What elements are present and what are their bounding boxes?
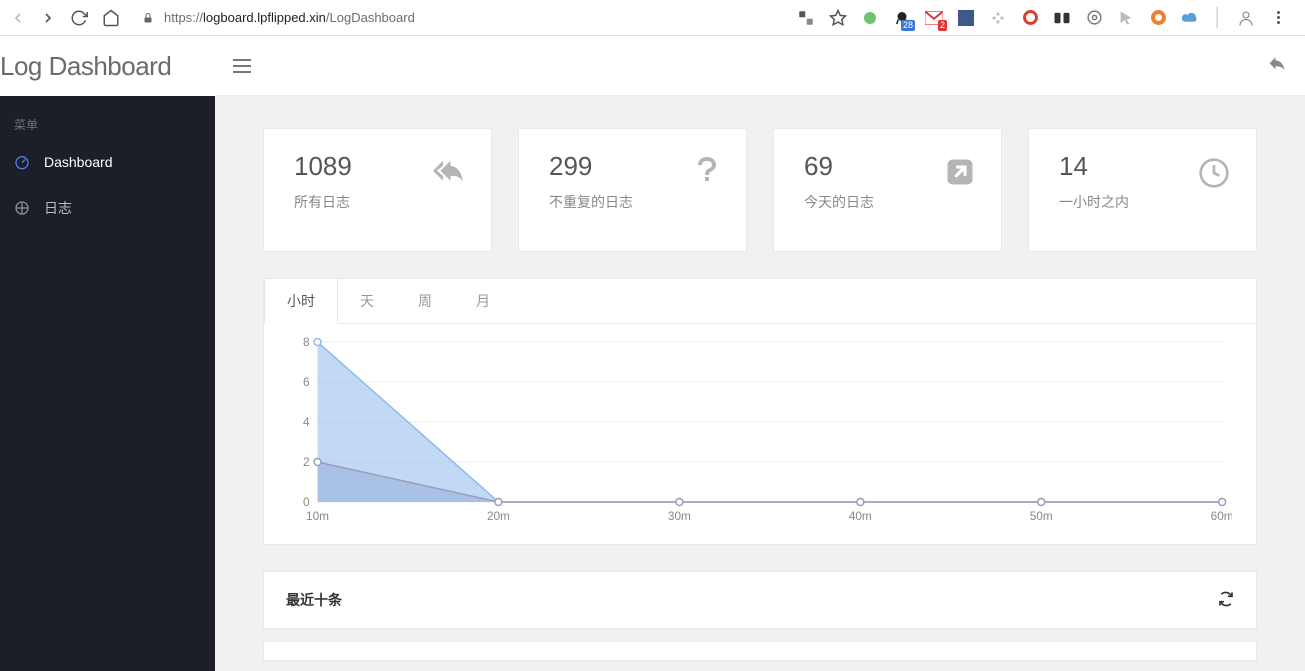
ext-grey-icon[interactable] [989, 9, 1007, 27]
chart-tab-month[interactable]: 月 [454, 279, 512, 323]
topbar [215, 36, 1305, 96]
ext-target-icon[interactable] [1085, 9, 1103, 27]
svg-text:6: 6 [303, 375, 310, 389]
svg-text:20m: 20m [487, 509, 510, 523]
stat-label: 所有日志 [294, 192, 352, 212]
ext-orange-ring-icon[interactable] [1149, 9, 1167, 27]
forward-arrow[interactable] [40, 10, 56, 26]
home-icon[interactable] [102, 9, 120, 27]
svg-text:60m: 60m [1211, 509, 1232, 523]
stat-value: 69 [804, 151, 874, 182]
sidebar-item-dashboard[interactable]: Dashboard [0, 139, 215, 185]
chart-tab-week[interactable]: 周 [396, 279, 454, 323]
stat-card-today-logs: 69 今天的日志 [773, 128, 1002, 252]
stat-label: 今天的日志 [804, 192, 874, 212]
svg-text:30m: 30m [668, 509, 691, 523]
sidebar-item-logs[interactable]: 日志 [0, 185, 215, 231]
chart-tabs: 小时 天 周 月 [264, 279, 1256, 323]
stat-card-unique-logs: 299 不重复的日志 [518, 128, 747, 252]
menu-icon[interactable] [1269, 9, 1287, 27]
url-text: https://logboard.lpflipped.xin/LogDashbo… [164, 10, 415, 25]
stat-value: 1089 [294, 151, 352, 182]
ext-red-ring-icon[interactable] [1021, 9, 1039, 27]
chart-tab-day[interactable]: 天 [338, 279, 396, 323]
ext-gmail-icon[interactable]: 2 [925, 9, 943, 27]
ext-reader-icon[interactable] [1053, 9, 1071, 27]
ext-blue-square-icon[interactable] [957, 9, 975, 27]
hamburger-icon[interactable] [233, 59, 251, 73]
svg-text:40m: 40m [849, 509, 872, 523]
chart-tab-hour[interactable]: 小时 [264, 279, 338, 324]
reply-button[interactable] [1267, 55, 1287, 76]
reload-icon[interactable] [70, 9, 88, 27]
stat-cards-row: 1089 所有日志 299 不重复的日志 [263, 128, 1257, 252]
ext-cursor-icon[interactable] [1117, 9, 1135, 27]
sidebar: Log Dashboard 菜单 Dashboard 日志 [0, 36, 215, 671]
stat-value: 299 [549, 151, 633, 182]
svg-text:4: 4 [303, 415, 310, 429]
back-arrow[interactable] [10, 10, 26, 26]
address-bar[interactable]: https://logboard.lpflipped.xin/LogDashbo… [134, 10, 415, 25]
ext-octo-icon[interactable]: 28 [893, 9, 911, 27]
profile-icon[interactable] [1237, 9, 1255, 27]
translate-icon[interactable] [797, 9, 815, 27]
recent-title: 最近十条 [286, 590, 342, 610]
browser-toolbar: https://logboard.lpflipped.xin/LogDashbo… [0, 0, 1305, 36]
recent-panel: 最近十条 [263, 571, 1257, 629]
sidebar-item-label: Dashboard [44, 154, 113, 170]
sidebar-item-label: 日志 [44, 198, 72, 218]
app-title: Log Dashboard [0, 36, 215, 96]
stat-label: 不重复的日志 [549, 192, 633, 212]
refresh-icon[interactable] [1218, 591, 1234, 610]
content-area: 1089 所有日志 299 不重复的日志 [215, 96, 1305, 671]
extensions-bar: 28 2 │ [797, 9, 1295, 27]
svg-text:0: 0 [303, 495, 310, 509]
separator: │ [1209, 9, 1227, 27]
reply-all-icon [431, 151, 465, 251]
svg-text:2: 2 [303, 455, 310, 469]
stat-card-all-logs: 1089 所有日志 [263, 128, 492, 252]
svg-text:50m: 50m [1030, 509, 1053, 523]
sidebar-heading: 菜单 [0, 110, 215, 139]
dashboard-icon [14, 154, 30, 170]
chart-panel: 小时 天 周 月 0 2 4 6 8 10m 20m 30m 40m 50m 60m [263, 278, 1257, 545]
ext-green-dot-icon[interactable] [861, 9, 879, 27]
question-icon [696, 151, 720, 251]
stat-label: 一小时之内 [1059, 192, 1129, 212]
logs-icon [14, 200, 30, 216]
ext-cloud-icon[interactable] [1181, 9, 1199, 27]
star-icon[interactable] [829, 9, 847, 27]
svg-text:8: 8 [303, 336, 310, 349]
stat-card-last-hour: 14 一小时之内 [1028, 128, 1257, 252]
svg-text:10m: 10m [306, 509, 329, 523]
recent-table-placeholder [263, 641, 1257, 661]
stat-value: 14 [1059, 151, 1129, 182]
area-chart: 0 2 4 6 8 10m 20m 30m 40m 50m 60m [288, 336, 1232, 526]
lock-icon [142, 11, 154, 25]
external-link-icon [945, 151, 975, 251]
clock-icon [1198, 151, 1230, 251]
